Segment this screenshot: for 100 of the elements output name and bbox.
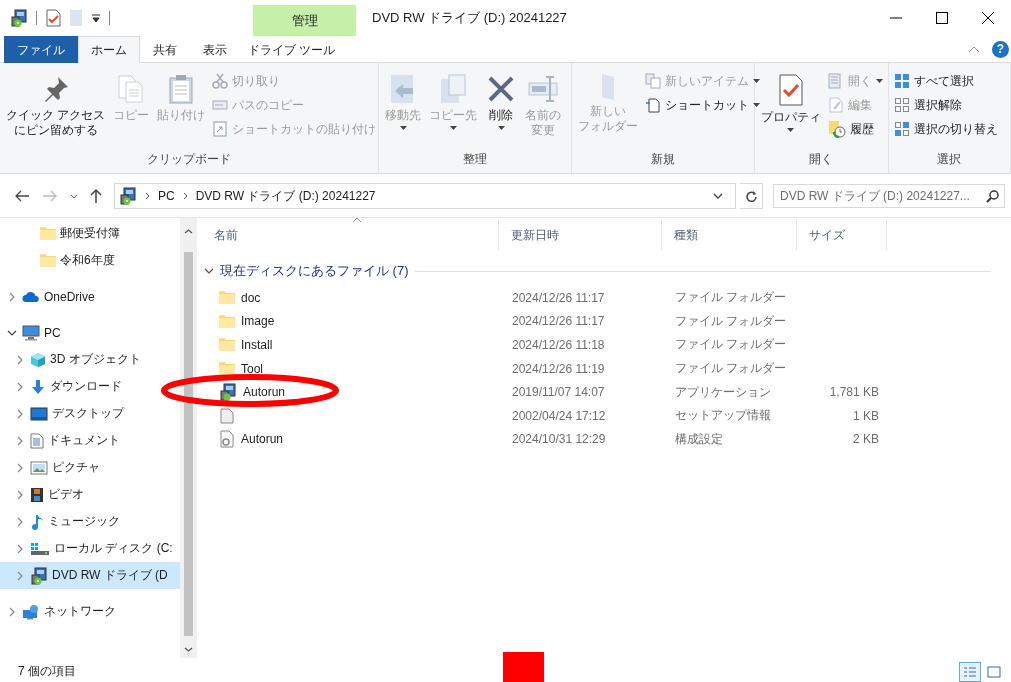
dropdown-chevron-icon [713, 193, 723, 199]
ribbon-button[interactable]: 履歴 [825, 117, 885, 141]
nav-item[interactable]: ダウンロード [0, 373, 180, 400]
nav-item[interactable]: 令和6年度 [0, 247, 180, 274]
caret-icon [752, 103, 760, 107]
refresh-button[interactable] [740, 183, 763, 209]
ribbon-button[interactable]: 削除 [482, 69, 520, 134]
desktop-icon [30, 406, 48, 421]
maximize-icon [936, 12, 948, 24]
group-header[interactable]: 現在ディスクにあるファイル (7) [220, 262, 409, 280]
nav-item[interactable]: ピクチャ [0, 454, 180, 481]
search-field[interactable]: DVD RW ドライブ (D:) 20241227... [773, 184, 1005, 208]
modified-date: 2024/12/26 11:18 [511, 338, 606, 352]
edit-icon [827, 97, 844, 113]
path-icon [212, 97, 229, 113]
ribbon-button[interactable]: すべて選択 [891, 69, 1000, 93]
disk-drive-icon [30, 541, 50, 556]
scroll-down-icon [184, 646, 193, 652]
ribbon-tab[interactable]: ファイル [4, 36, 78, 63]
modified-date: 2002/04/24 17:12 [511, 408, 607, 423]
collapsed-chevron-icon [17, 462, 23, 473]
details-view-button[interactable] [959, 661, 981, 682]
nav-item[interactable]: ネットワーク [0, 598, 180, 625]
ribbon-tab[interactable]: 表示 [190, 36, 240, 63]
caret-icon [399, 126, 407, 130]
modified-date: 2024/12/26 11:17 [511, 290, 606, 305]
file-type: ファイル フォルダー [674, 312, 788, 330]
new-item-icon [644, 73, 661, 89]
nav-item[interactable]: ミュージック [0, 508, 180, 535]
collapsed-chevron-icon [17, 435, 23, 446]
scissors-icon [212, 73, 229, 89]
file-name[interactable]: Tool [241, 361, 263, 376]
ribbon-group-label: クリップボード [147, 151, 231, 168]
file-name[interactable]: doc [241, 290, 261, 305]
collapse-ribbon-icon [968, 45, 980, 53]
file-name[interactable]: Autorun [241, 432, 284, 447]
modified-date: 2024/10/31 12:29 [511, 432, 607, 447]
ribbon-tab[interactable]: ドライブ ツール [240, 36, 343, 63]
help-button[interactable]: ? [992, 40, 1009, 58]
chevron-down-icon [70, 193, 78, 199]
nav-item[interactable]: 郵便受付簿 [0, 220, 180, 247]
file-name[interactable]: Install [241, 338, 273, 352]
large-icons-view-icon [987, 665, 1001, 678]
breadcrumb[interactable]: PC [158, 189, 175, 203]
nav-item[interactable]: デスクトップ [0, 400, 180, 427]
document-icon [30, 432, 44, 449]
scrollbar[interactable] [180, 218, 197, 658]
nav-item[interactable]: OneDrive [0, 283, 180, 310]
column-header[interactable]: 更新日時 [499, 220, 662, 250]
nav-item[interactable]: DVD RW ドライブ (D [0, 562, 180, 589]
folder-icon [219, 291, 235, 305]
picture-icon [30, 460, 48, 475]
folder-icon [219, 338, 235, 352]
select-none-icon [893, 97, 910, 113]
caret-icon [875, 79, 883, 83]
collapsed-chevron-icon [9, 291, 15, 302]
nav-item[interactable]: PC [0, 319, 180, 346]
folder-icon [40, 254, 56, 267]
network-icon [22, 603, 40, 620]
nav-item[interactable]: ドキュメント [0, 427, 180, 454]
address-bar[interactable]: PC DVD RW ドライブ (D:) 20241227 [114, 183, 736, 209]
ribbon-button[interactable]: クイック アクセス にピン留めする [3, 69, 109, 142]
breadcrumb-chevron-icon [145, 192, 150, 200]
monitor-icon [22, 324, 40, 341]
column-header[interactable]: 種類 [662, 220, 797, 250]
nav-item[interactable]: ビデオ [0, 481, 180, 508]
file-name[interactable]: Image [241, 314, 275, 329]
properties-check-icon [45, 9, 61, 27]
context-tab-header: 管理 [253, 5, 356, 36]
ribbon-tab[interactable]: 共有 [140, 36, 190, 63]
dropdown-icon [91, 13, 101, 23]
history-icon [827, 120, 846, 138]
up-arrow-icon [90, 188, 102, 204]
collapsed-chevron-icon [17, 354, 23, 365]
film-icon [30, 486, 44, 503]
nav-item[interactable]: ローカル ディスク (C: [0, 535, 180, 562]
file-type: ファイル フォルダー [674, 336, 788, 354]
column-header[interactable]: サイズ [797, 220, 887, 250]
file-size: 1 KB [852, 408, 880, 423]
file-type: アプリケーション [674, 383, 772, 401]
ribbon-button[interactable]: 選択解除 [891, 93, 1000, 117]
nav-item[interactable]: 3D オブジェクト [0, 346, 180, 373]
shortcut-icon [644, 97, 661, 113]
shortcut-icon [212, 121, 229, 137]
column-header[interactable]: 名前 [202, 220, 499, 250]
ribbon-group-label: 開く [809, 151, 834, 168]
ribbon-tab[interactable]: ホーム [78, 36, 140, 63]
caret-icon [787, 128, 795, 132]
collapsed-chevron-icon [17, 570, 23, 581]
ribbon-button[interactable]: 選択の切り替え [891, 117, 1000, 141]
details-view-icon [963, 665, 977, 678]
file-size: 2 KB [852, 432, 880, 447]
file-name[interactable]: Autorun [243, 385, 286, 400]
breadcrumb[interactable]: DVD RW ドライブ (D:) 20241227 [195, 187, 376, 205]
settings-file-icon [219, 430, 235, 449]
scroll-up-icon [184, 228, 193, 234]
modified-date: 2024/12/26 11:17 [511, 314, 606, 329]
dvd-drive-icon [10, 9, 28, 27]
folder-icon [40, 227, 56, 240]
installer-icon [219, 383, 237, 402]
